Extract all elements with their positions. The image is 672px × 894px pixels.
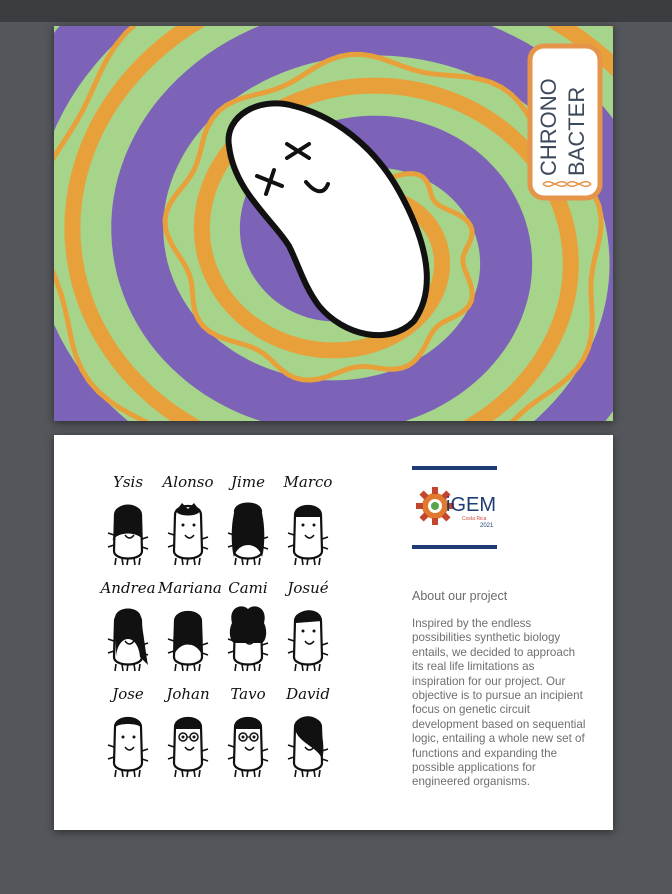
team-member-name: Ysis [112,473,144,491]
team-member-name: Marco [283,473,333,491]
logo-text: iGEM [446,494,496,516]
team-member-ysis: Ysis [98,471,158,571]
team-member-jime: Jime [218,471,278,571]
logo-subtitle: Costa Rica [462,516,487,522]
team-member-name: Jime [231,473,265,491]
team-member-marco: Marco [278,471,338,571]
bacterium-avatar-icon [167,610,209,672]
bacterium-avatar-icon [287,610,329,672]
bacterium-avatar-icon [167,503,209,566]
bacterium-avatar-icon [167,716,209,778]
team-member-cami: Cami [218,577,278,677]
viewer-toolbar [0,0,672,22]
team-member-name: Johan [166,685,210,703]
bacterium-avatar-icon [107,716,149,778]
bacterium-avatar-icon [227,716,269,778]
bacterium-avatar-icon [107,504,149,566]
team-member-name: Cami [228,579,268,597]
team-member-alonso: Alonso [158,471,218,571]
team-member-andrea: Andrea [98,577,158,677]
cover-illustration: CHRONO BACTER [54,26,613,421]
bacterium-avatar-icon [287,504,329,566]
team-member-name: David [286,685,330,703]
about-body: Inspired by the endless possibilities sy… [412,617,586,789]
bacterium-avatar-icon [227,502,269,566]
team-member-name: Tavo [230,685,266,703]
team-member-name: Andrea [100,579,156,597]
bacterium-avatar-icon [227,606,269,672]
team-member-name: Alonso [162,473,214,491]
cover-title-line2: BACTER [564,87,589,176]
about-title: About our project [412,589,508,603]
team-page: Ysis Alonso Jime Marco Andrea Mariana Cami Josu… [54,435,613,830]
team-member-mariana: Mariana [158,577,222,677]
bacterium-avatar-icon [107,608,149,672]
team-member-david: David [278,683,338,783]
igem-logo: iGEM Costa Rica 2021 [412,466,497,549]
team-member-johan: Johan [158,683,218,783]
logo-year: 2021 [480,523,494,529]
team-member-name: Jose [112,685,144,703]
cover-page: CHRONO BACTER [54,26,613,421]
chronobacter-badge: CHRONO BACTER [527,43,603,201]
bacterium-avatar-icon [287,716,329,778]
team-member-josue: Josué [278,577,338,677]
team-member-name: Mariana [158,579,222,597]
team-member-jose: Jose [98,683,158,783]
team-member-name: Josué [287,579,329,597]
team-member-tavo: Tavo [218,683,278,783]
cover-title-line1: CHRONO [536,78,561,176]
